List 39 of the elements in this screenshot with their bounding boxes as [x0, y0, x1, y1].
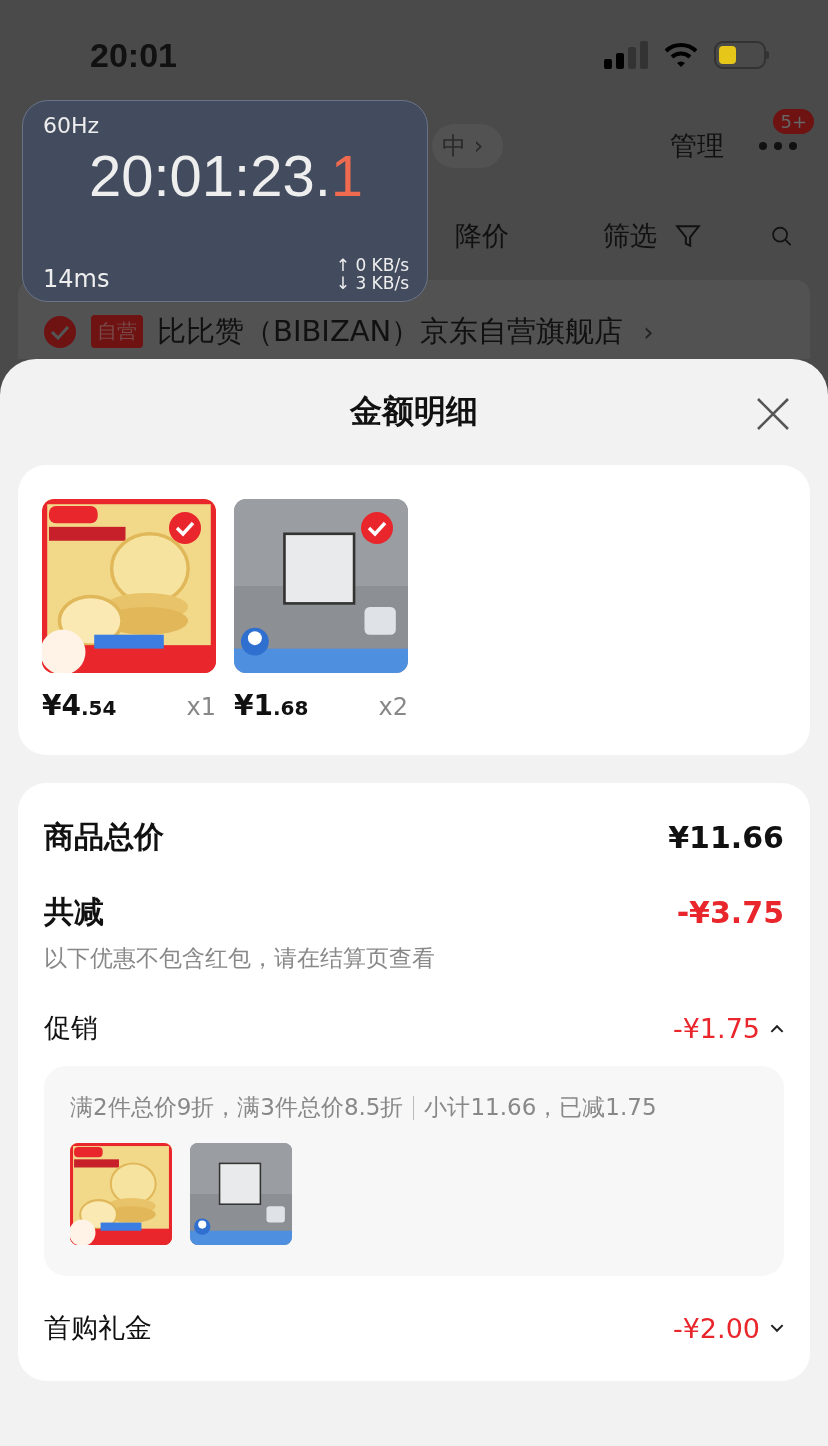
upload-speed: ↑ 0 KB/s	[335, 255, 409, 275]
signal-icon	[604, 41, 648, 69]
caret-icon	[770, 1323, 784, 1333]
discount-label: 首购礼金	[44, 1311, 152, 1345]
promotion-subtotal: 小计11.66，已减1.75	[424, 1093, 657, 1122]
manage-button[interactable]: 管理	[670, 128, 724, 164]
self-operated-tag: 自营	[91, 315, 143, 348]
product-price: ¥4.54	[42, 689, 117, 722]
refresh-rate: 60Hz	[43, 113, 101, 138]
product-quantity: x1	[186, 693, 216, 721]
filter-tab[interactable]: 筛选	[603, 218, 701, 254]
sheet-title: 金额明细	[350, 391, 478, 432]
notification-badge: 5+	[773, 109, 814, 134]
battery-icon	[714, 41, 770, 69]
download-speed: ↓ 3 KB/s	[335, 274, 409, 293]
product-quantity: x2	[378, 693, 408, 721]
selected-check-icon[interactable]	[168, 511, 202, 545]
discount-toggle[interactable]: -¥1.75	[672, 1012, 784, 1044]
filter-tab[interactable]: 降价	[455, 218, 509, 254]
discount-label: 促销	[44, 1011, 98, 1045]
close-icon[interactable]	[756, 397, 790, 431]
discount-toggle[interactable]: -¥2.00	[672, 1312, 784, 1344]
product-price: ¥1.68	[234, 689, 309, 722]
selected-check-icon[interactable]	[360, 511, 394, 545]
filter-icon	[675, 223, 701, 249]
wifi-icon	[664, 42, 698, 68]
reduction-label: 共减	[44, 893, 104, 931]
total-amount: ¥11.66	[668, 820, 784, 855]
status-time: 20:01	[90, 35, 177, 75]
chevron-icon: ›	[643, 316, 654, 347]
store-name[interactable]: 比比赞（BIBIZAN）京东自营旗舰店	[157, 311, 624, 352]
discount-note: 以下优惠不包含红包，请在结算页查看	[44, 944, 436, 973]
caret-icon	[770, 1023, 784, 1033]
reduction-amount: -¥3.75	[676, 895, 784, 930]
overlay-clock: 20:01:23.1	[88, 142, 364, 209]
total-label: 商品总价	[44, 818, 164, 856]
latency-reading: 14ms	[43, 265, 110, 293]
store-checkbox[interactable]	[43, 314, 77, 349]
promotion-rule: 满2件总价9折，满3件总价8.5折	[70, 1093, 404, 1122]
